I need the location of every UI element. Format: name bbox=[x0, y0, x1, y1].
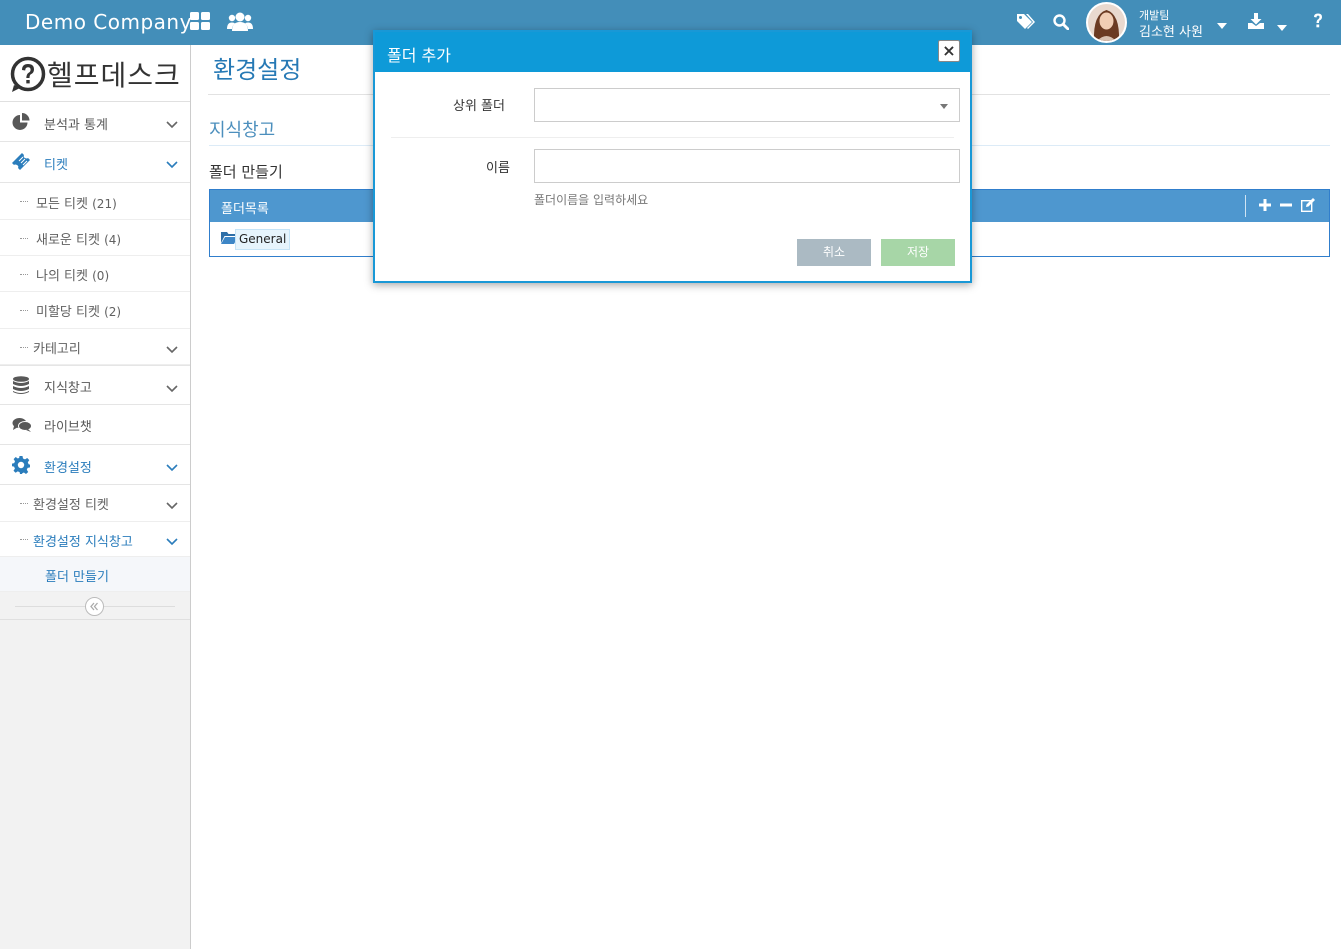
close-button[interactable]: × bbox=[938, 40, 960, 62]
sidebar-item-label: 라이브챗 bbox=[44, 420, 92, 435]
folder-name-input[interactable] bbox=[534, 149, 960, 183]
brand-name[interactable]: Demo Company bbox=[25, 10, 192, 34]
question-circle-icon bbox=[10, 56, 48, 98]
pie-chart-icon bbox=[12, 113, 31, 135]
helpdesk-logo[interactable]: 헬프데스크 bbox=[0, 45, 190, 102]
sidebar-subitem-settings-knowledge[interactable]: 환경설정 지식창고 bbox=[0, 522, 190, 557]
chevron-down-icon bbox=[166, 158, 178, 169]
widget-title: 폴더목록 bbox=[221, 202, 269, 217]
modal-title: 폴더 추가 bbox=[387, 46, 451, 65]
sidebar-item-ticket[interactable]: 티켓 bbox=[0, 142, 190, 183]
ticket-count: (2) bbox=[104, 305, 122, 319]
chevron-down-icon bbox=[166, 461, 178, 472]
page-title: 환경설정 bbox=[213, 56, 302, 84]
sidebar-subitem-label: 새로운 티켓 bbox=[36, 233, 100, 248]
tree-node-label[interactable]: General bbox=[235, 229, 291, 250]
sidebar-subitem-label: 나의 티켓 bbox=[36, 269, 88, 284]
help-icon[interactable] bbox=[1313, 13, 1323, 33]
parent-folder-label: 상위 폴더 bbox=[453, 99, 505, 114]
sidebar-item-settings[interactable]: 환경설정 bbox=[0, 445, 190, 485]
gear-icon bbox=[12, 456, 30, 478]
sidebar-subitem-label: 폴더 만들기 bbox=[45, 570, 109, 585]
tags-icon[interactable] bbox=[1016, 13, 1036, 35]
section-title: 지식창고 bbox=[209, 120, 276, 141]
chevron-down-icon bbox=[166, 343, 178, 354]
sidebar-item-label: 지식창고 bbox=[44, 381, 92, 396]
sidebar-item-label: 분석과 통계 bbox=[44, 118, 108, 133]
sidebar-item-label: 환경설정 bbox=[44, 461, 92, 476]
ticket-count: (4) bbox=[104, 233, 122, 247]
edit-icon[interactable] bbox=[1300, 198, 1315, 216]
sub-title: 폴더 만들기 bbox=[209, 163, 283, 181]
add-icon[interactable] bbox=[1259, 199, 1271, 215]
sidebar-subitem-settings-ticket[interactable]: 환경설정 티켓 bbox=[0, 485, 190, 522]
logo-text: 헬프데스크 bbox=[47, 59, 181, 92]
ticket-count: (21) bbox=[92, 197, 117, 211]
dashboard-grid-icon[interactable] bbox=[190, 12, 212, 36]
chevron-down-icon bbox=[166, 382, 178, 393]
avatar bbox=[1086, 2, 1127, 43]
sidebar-subitem-category[interactable]: 카테고리 bbox=[0, 329, 190, 365]
sidebar-subitem-unassigned-tickets[interactable]: 미할당 티켓 (2) bbox=[0, 292, 190, 329]
database-icon bbox=[12, 376, 30, 399]
parent-folder-select[interactable] bbox=[534, 88, 960, 122]
search-icon[interactable] bbox=[1053, 14, 1070, 34]
sidebar-subitem-my-tickets[interactable]: 나의 티켓 (0) bbox=[0, 256, 190, 292]
sidebar: 헬프데스크 분석과 통계 티켓 모든 티켓 (21) 새로운 티켓 (4) 나의… bbox=[0, 45, 191, 949]
caret-down-icon bbox=[940, 104, 948, 109]
sidebar-subitem-label: 환경설정 지식창고 bbox=[33, 535, 133, 550]
sidebar-item-livechat[interactable]: 라이브챗 bbox=[0, 405, 190, 445]
modal-header: 폴더 추가 × bbox=[375, 32, 970, 72]
chat-icon bbox=[12, 417, 32, 437]
sidebar-subitem-label: 미할당 티켓 bbox=[36, 305, 100, 320]
cancel-button[interactable]: 취소 bbox=[797, 239, 871, 266]
folder-name-help: 폴더이름을 입력하세요 bbox=[534, 193, 649, 207]
sidebar-item-label: 티켓 bbox=[44, 158, 68, 173]
sidebar-subitem-label: 모든 티켓 bbox=[36, 197, 88, 212]
download-icon[interactable] bbox=[1248, 13, 1264, 33]
sidebar-subitem-label: 환경설정 티켓 bbox=[33, 498, 109, 513]
sidebar-subitem-create-folder[interactable]: 폴더 만들기 bbox=[0, 557, 190, 592]
sidebar-subitem-new-tickets[interactable]: 새로운 티켓 (4) bbox=[0, 220, 190, 256]
sidebar-item-analytics[interactable]: 분석과 통계 bbox=[0, 102, 190, 142]
caret-down-icon[interactable] bbox=[1217, 18, 1227, 33]
chevron-down-icon bbox=[166, 535, 178, 546]
sidebar-subitem-all-tickets[interactable]: 모든 티켓 (21) bbox=[0, 183, 190, 220]
chevron-down-icon bbox=[166, 118, 178, 129]
double-chevron-left-icon[interactable] bbox=[85, 597, 104, 616]
users-icon[interactable] bbox=[227, 12, 253, 36]
sidebar-subitem-label: 카테고리 bbox=[33, 342, 81, 357]
chevron-down-icon bbox=[166, 499, 178, 510]
caret-down-icon[interactable] bbox=[1277, 20, 1287, 35]
divider bbox=[391, 137, 954, 138]
ticket-count: (0) bbox=[92, 269, 110, 283]
user-name: 김소현 사원 bbox=[1139, 25, 1203, 40]
sidebar-item-knowledge[interactable]: 지식창고 bbox=[0, 365, 190, 405]
add-folder-modal: 폴더 추가 × 상위 폴더 이름 폴더이름을 입력하세요 취소 저장 bbox=[373, 30, 972, 283]
save-button[interactable]: 저장 bbox=[881, 239, 955, 266]
name-label: 이름 bbox=[486, 161, 510, 176]
ticket-icon bbox=[12, 153, 32, 175]
sidebar-collapse-bar bbox=[0, 592, 190, 620]
remove-icon[interactable] bbox=[1280, 199, 1292, 215]
